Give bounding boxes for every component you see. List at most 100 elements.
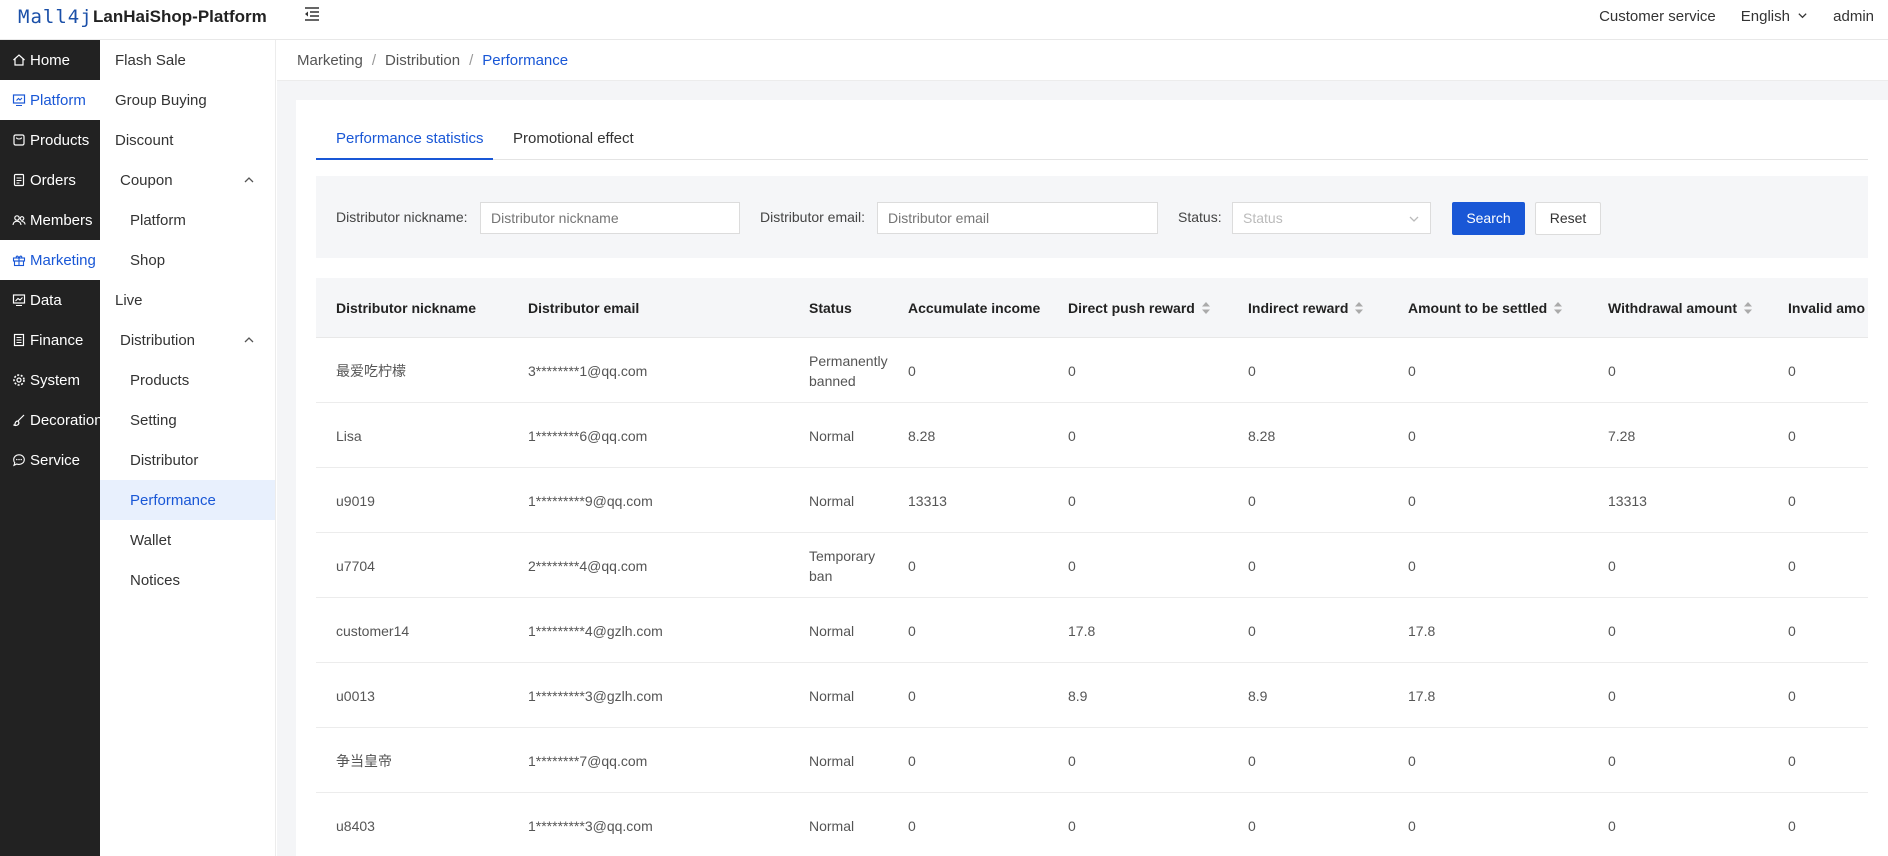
submenu-item-flash-sale[interactable]: Flash Sale — [100, 40, 275, 80]
column-header-label: Distributor email — [528, 300, 640, 316]
table-cell: 0 — [1408, 492, 1416, 509]
language-label: English — [1740, 8, 1790, 25]
table-cell: 1*********9@qq.com — [528, 492, 653, 509]
sort-icon[interactable] — [1201, 301, 1211, 315]
home-icon — [13, 54, 25, 66]
sidebar-item-data[interactable]: Data — [0, 280, 100, 320]
reset-button[interactable]: Reset — [1535, 202, 1601, 235]
submenu-group-distribution[interactable]: Distribution — [100, 320, 275, 360]
column-header-label: Direct push reward — [1068, 300, 1195, 316]
table-cell: 1*********3@gzlh.com — [528, 687, 663, 704]
sidebar-item-products[interactable]: Products — [0, 120, 100, 160]
logo: Mall4j — [18, 6, 93, 28]
sidebar-item-members[interactable]: Members — [0, 200, 100, 240]
sort-icon[interactable] — [1354, 301, 1364, 315]
submenu-item-live[interactable]: Live — [100, 280, 275, 320]
search-button[interactable]: Search — [1452, 202, 1525, 235]
chevron-up-icon — [244, 177, 254, 183]
table-cell: 0 — [1408, 817, 1416, 834]
monitor-icon — [12, 94, 26, 107]
table-cell: 0 — [1608, 557, 1616, 574]
sidebar-item-finance[interactable]: Finance — [0, 320, 100, 360]
submenu-item-label: Platform — [130, 211, 186, 229]
sidebar-item-orders[interactable]: Orders — [0, 160, 100, 200]
column-header[interactable]: Withdrawal amount — [1608, 278, 1753, 338]
submenu-item-label: Discount — [115, 131, 174, 149]
table-cell: 0 — [1248, 492, 1256, 509]
menu-collapse-icon[interactable] — [302, 4, 322, 24]
breadcrumb-item-marketing[interactable]: Marketing — [297, 52, 363, 69]
submenu-item-wallet[interactable]: Wallet — [100, 520, 275, 560]
table-row: 最爱吃柠檬 3********1@qq.com Permanently banned… — [316, 338, 1868, 403]
submenu-item-discount[interactable]: Discount — [100, 120, 275, 160]
table-cell: 0 — [908, 557, 916, 574]
submenu-group-coupon[interactable]: Coupon — [100, 160, 275, 200]
table-cell: 0 — [1248, 557, 1256, 574]
table-cell: 0 — [1788, 427, 1796, 444]
table-cell: 1*********4@gzlh.com — [528, 622, 663, 639]
column-header[interactable]: Direct push reward — [1068, 278, 1211, 338]
sidebar-item-system[interactable]: System — [0, 360, 100, 400]
table-cell: 17.8 — [1408, 687, 1436, 704]
performance-table: Distributor nickname Distributor email Sta… — [316, 278, 1868, 856]
table-cell: 13313 — [1608, 492, 1647, 509]
breadcrumb-item-distribution[interactable]: Distribution — [385, 52, 460, 69]
table-cell: u0013 — [336, 687, 375, 704]
submenu-item-distribution-products[interactable]: Products — [100, 360, 275, 400]
sidebar-item-decoration[interactable]: Decoration — [0, 400, 100, 440]
column-header[interactable]: Amount to be settled — [1408, 278, 1563, 338]
user-menu[interactable]: admin — [1833, 8, 1874, 25]
sidebar-item-label: Finance — [30, 331, 84, 349]
sidebar-item-service[interactable]: Service — [0, 440, 100, 480]
submenu-item-group-buying[interactable]: Group Buying — [100, 80, 275, 120]
column-header[interactable]: Indirect reward — [1248, 278, 1364, 338]
table-cell: u8403 — [336, 817, 375, 834]
submenu-item-coupon-platform[interactable]: Platform — [100, 200, 275, 240]
table-cell: 0 — [1608, 362, 1616, 379]
status-filter-label: Status: — [1178, 209, 1222, 225]
chevron-down-icon — [1409, 216, 1419, 222]
nickname-input[interactable] — [480, 202, 740, 234]
table-cell: Normal — [809, 752, 855, 769]
email-input[interactable] — [877, 202, 1158, 234]
sidebar-item-platform[interactable]: Platform — [0, 80, 100, 120]
column-header: Distributor email — [528, 278, 639, 338]
sort-icon[interactable] — [1553, 301, 1563, 315]
sort-icon[interactable] — [1743, 301, 1753, 315]
tab-promotional-effect[interactable]: Promotional effect — [513, 130, 634, 160]
sidebar-item-marketing[interactable]: Marketing — [0, 240, 100, 280]
column-header: Accumulate income — [908, 278, 1040, 338]
table-cell: 0 — [1408, 427, 1416, 444]
status-select[interactable]: Status — [1232, 202, 1431, 234]
table-cell: 0 — [1788, 557, 1796, 574]
table-row: Lisa 1********6@qq.com Normal 8.28 0 8.28 0 7.2… — [316, 403, 1868, 468]
submenu-item-label: Live — [115, 291, 143, 309]
table-cell: Temporary ban — [809, 547, 876, 584]
submenu-item-performance[interactable]: Performance — [100, 480, 275, 520]
table-cell: 0 — [1788, 492, 1796, 509]
submenu-item-distribution-setting[interactable]: Setting — [100, 400, 275, 440]
column-header-label: Indirect reward — [1248, 300, 1349, 316]
submenu-item-coupon-shop[interactable]: Shop — [100, 240, 275, 280]
table-cell: Normal — [809, 492, 855, 509]
language-selector[interactable]: English — [1741, 8, 1808, 25]
table-cell: 0 — [1608, 687, 1616, 704]
table-cell: 0 — [1408, 362, 1416, 379]
tab-performance-statistics[interactable]: Performance statistics — [316, 130, 493, 160]
table-cell: 0 — [1608, 622, 1616, 639]
table-cell: 0 — [908, 687, 916, 704]
table-cell: 8.28 — [1248, 427, 1276, 444]
table-cell: Lisa — [336, 427, 362, 444]
sidebar-item-home[interactable]: Home — [0, 40, 100, 80]
submenu-item-distributor[interactable]: Distributor — [100, 440, 275, 480]
table-cell: 0 — [1248, 817, 1256, 834]
sidebar-item-label: Data — [30, 291, 62, 309]
table-cell: 1********7@qq.com — [528, 752, 648, 769]
table-cell: 0 — [1068, 427, 1076, 444]
sidebar-item-label: Orders — [30, 171, 76, 189]
filter-panel: Distributor nickname: Distributor email:… — [316, 176, 1868, 258]
customer-service-link[interactable]: Customer service — [1599, 8, 1716, 25]
submenu-item-notices[interactable]: Notices — [100, 560, 275, 600]
sidebar-item-label: Home — [30, 51, 71, 69]
table-cell: Normal — [809, 687, 855, 704]
